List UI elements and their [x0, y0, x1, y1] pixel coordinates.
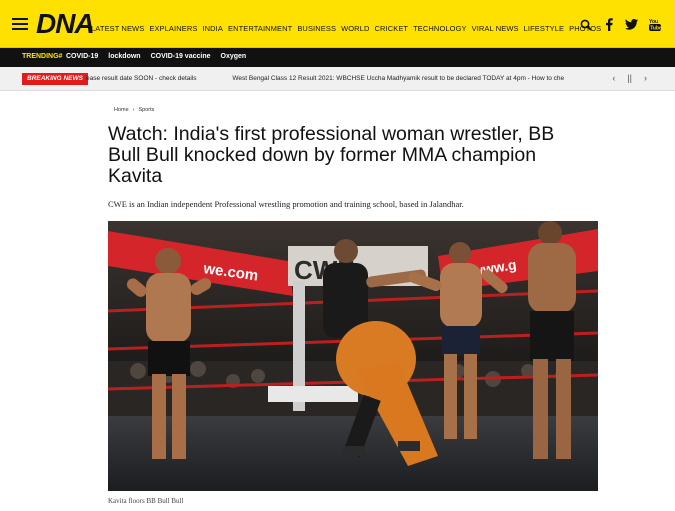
- trending-label: TRENDING#: [22, 53, 63, 60]
- nav-item-entertainment[interactable]: ENTERTAINMENT: [228, 24, 292, 33]
- nav-item-business[interactable]: BUSINESS: [297, 24, 336, 33]
- trending-list: COVID-19 lockdown COVID-19 vaccine Oxygen: [66, 53, 246, 60]
- trending-item[interactable]: COVID-19 vaccine: [151, 53, 211, 60]
- main-nav: LATEST NEWS EXPLAINERS INDIA ENTERTAINMENT B…: [91, 24, 601, 33]
- trending-item[interactable]: COVID-19: [66, 53, 98, 60]
- nav-item-technology[interactable]: TECHNOLOGY: [413, 24, 467, 33]
- nav-item-lifestyle[interactable]: LIFESTYLE: [524, 24, 565, 33]
- ticker-controls: ‹ || ›: [612, 73, 647, 83]
- breaking-news-label: BREAKING NEWS: [22, 73, 88, 85]
- article-summary: CWE is an Indian independent Professiona…: [108, 199, 464, 209]
- menu-icon[interactable]: [12, 18, 28, 30]
- breaking-news-bar: BREAKING NEWS ease result date SOON - ch…: [0, 67, 675, 91]
- article-headline: Watch: India's first professional woman …: [108, 123, 555, 187]
- nav-item-india[interactable]: INDIA: [202, 24, 223, 33]
- site-logo[interactable]: DNA: [36, 8, 95, 40]
- article-hero-image[interactable]: we.com CWE www.g: [108, 221, 598, 491]
- top-navigation-bar: DNA LATEST NEWS EXPLAINERS INDIA ENTERTAINM…: [0, 0, 675, 48]
- trending-item[interactable]: Oxygen: [221, 53, 247, 60]
- search-icon[interactable]: [579, 18, 592, 31]
- ticker-item[interactable]: West Bengal Class 12 Result 2021: WBCHSE…: [232, 75, 564, 82]
- breadcrumb-separator: ›: [132, 107, 135, 113]
- breaking-news-ticker[interactable]: ease result date SOON - check details We…: [86, 75, 594, 82]
- nav-item-explainers[interactable]: EXPLAINERS: [149, 24, 197, 33]
- youtube-icon[interactable]: You Tube: [648, 18, 661, 31]
- breadcrumb-sports[interactable]: Sports: [139, 107, 155, 113]
- twitter-icon[interactable]: [625, 18, 638, 31]
- trending-item[interactable]: lockdown: [108, 53, 140, 60]
- image-caption: Kavita floors BB Bull Bull: [108, 497, 184, 505]
- trending-bar: TRENDING# COVID-19 lockdown COVID-19 vacci…: [0, 48, 675, 67]
- nav-item-world[interactable]: WORLD: [341, 24, 369, 33]
- facebook-icon[interactable]: [602, 18, 615, 31]
- ticker-pause-button[interactable]: ||: [627, 73, 632, 83]
- svg-text:Tube: Tube: [650, 25, 661, 31]
- ticker-item[interactable]: ease result date SOON - check details: [86, 75, 197, 82]
- nav-item-latest-news[interactable]: LATEST NEWS: [91, 24, 144, 33]
- ticker-next-button[interactable]: ›: [644, 73, 647, 83]
- ticker-prev-button[interactable]: ‹: [612, 73, 615, 83]
- breadcrumb: Home › Sports: [114, 107, 154, 113]
- nav-item-cricket[interactable]: CRICKET: [374, 24, 408, 33]
- nav-item-viral-news[interactable]: VIRAL NEWS: [472, 24, 519, 33]
- social-icons: You Tube: [579, 18, 661, 31]
- breadcrumb-home[interactable]: Home: [114, 107, 129, 113]
